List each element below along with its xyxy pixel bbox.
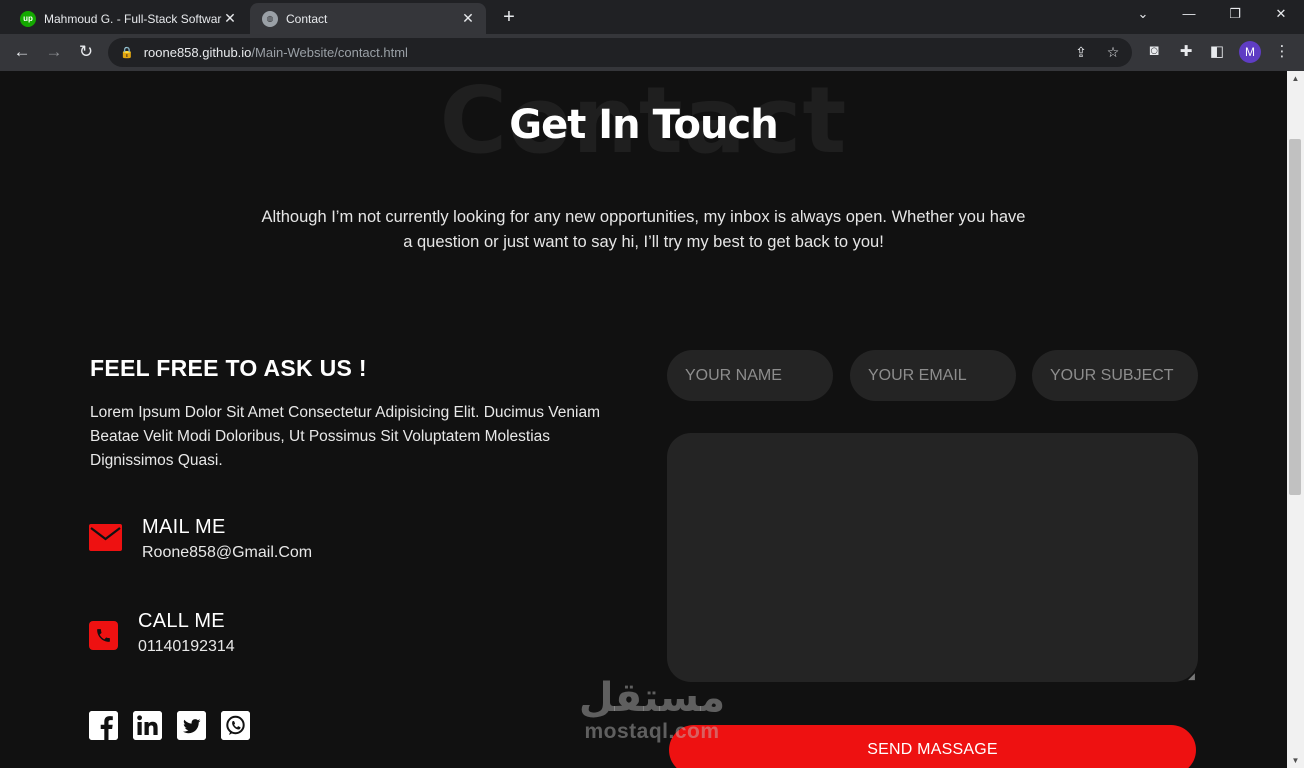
- envelope-icon: [89, 524, 122, 551]
- url-host: roone858.github.io: [143, 45, 252, 60]
- watermark: مستقل mostaql.com: [572, 675, 732, 743]
- page-title: Get In Touch: [509, 102, 778, 148]
- tab-title: Mahmoud G. - Full-Stack Softwar: [44, 11, 222, 26]
- tab-close-icon[interactable]: ✕: [222, 10, 238, 27]
- forward-arrow-icon[interactable]: →: [43, 42, 65, 64]
- send-button[interactable]: SEND MASSAGE: [669, 725, 1196, 768]
- whatsapp-icon[interactable]: [221, 711, 250, 740]
- watermark-latin: mostaql.com: [584, 720, 720, 743]
- message-textarea[interactable]: [667, 433, 1198, 682]
- scroll-thumb[interactable]: [1289, 139, 1301, 495]
- page-scrollbar[interactable]: ▲ ▼: [1287, 71, 1304, 768]
- bookmark-star-icon[interactable]: ☆: [1104, 44, 1122, 61]
- avatar[interactable]: M: [1239, 41, 1261, 63]
- tab-contact[interactable]: ◍ Contact ✕: [250, 3, 486, 34]
- upwork-icon: up: [20, 10, 36, 27]
- browser-toolbar: ← → ↻ 🔒 roone858.github.io/Main-Website/…: [0, 34, 1304, 71]
- ask-heading: FEEL FREE TO ASK US !: [90, 355, 367, 381]
- intro-text: Although I’m not currently looking for a…: [261, 208, 1026, 251]
- linkedin-icon[interactable]: [133, 711, 162, 740]
- address-bar[interactable]: 🔒 roone858.github.io/Main-Website/contac…: [108, 38, 1132, 67]
- reload-icon[interactable]: ↻: [75, 42, 97, 64]
- tab-title: Contact: [286, 11, 328, 26]
- menu-dots-icon[interactable]: ⋮: [1272, 42, 1292, 60]
- call-value[interactable]: 01140192314: [138, 638, 235, 656]
- call-label: CALL ME: [138, 610, 225, 632]
- phone-icon: [89, 621, 118, 650]
- tab-search-icon[interactable]: ⌄: [1133, 6, 1153, 22]
- tab-strip: up Mahmoud G. - Full-Stack Softwar ✕ ◍ C…: [0, 0, 1304, 34]
- mail-label: MAIL ME: [142, 516, 226, 538]
- new-tab-button[interactable]: +: [498, 7, 520, 27]
- minimize-icon[interactable]: —: [1179, 6, 1199, 21]
- side-panel-icon[interactable]: ◧: [1207, 42, 1227, 60]
- back-arrow-icon[interactable]: ←: [11, 42, 33, 64]
- watermark-arabic: مستقل: [578, 676, 726, 720]
- page-content: Contact Get In Touch Although I’m not cu…: [0, 71, 1287, 768]
- restore-icon[interactable]: ❐: [1225, 6, 1245, 22]
- tab-close-icon[interactable]: ✕: [460, 10, 476, 27]
- extensions-icon[interactable]: ✚: [1176, 42, 1196, 60]
- window-close-icon[interactable]: ✕: [1271, 6, 1291, 22]
- resize-grip-icon[interactable]: ◢: [1188, 672, 1196, 681]
- tab-upwork[interactable]: up Mahmoud G. - Full-Stack Softwar ✕: [8, 3, 248, 34]
- lock-icon: 🔒: [120, 47, 134, 59]
- scroll-up-icon[interactable]: ▲: [1287, 74, 1304, 83]
- twitter-icon[interactable]: [177, 711, 206, 740]
- mail-value[interactable]: Roone858@Gmail.Com: [142, 544, 312, 562]
- share-icon[interactable]: ⇪: [1072, 44, 1090, 61]
- url-path: /Main-Website/contact.html: [251, 45, 408, 60]
- facebook-icon[interactable]: [89, 711, 118, 740]
- subject-input[interactable]: [1032, 350, 1198, 401]
- scroll-down-icon[interactable]: ▼: [1287, 756, 1304, 765]
- ask-description: Lorem Ipsum Dolor Sit Amet Consectetur A…: [90, 404, 600, 469]
- globe-icon: ◍: [262, 10, 278, 27]
- name-input[interactable]: [667, 350, 833, 401]
- camera-icon[interactable]: ◙: [1144, 42, 1164, 59]
- email-input[interactable]: [850, 350, 1016, 401]
